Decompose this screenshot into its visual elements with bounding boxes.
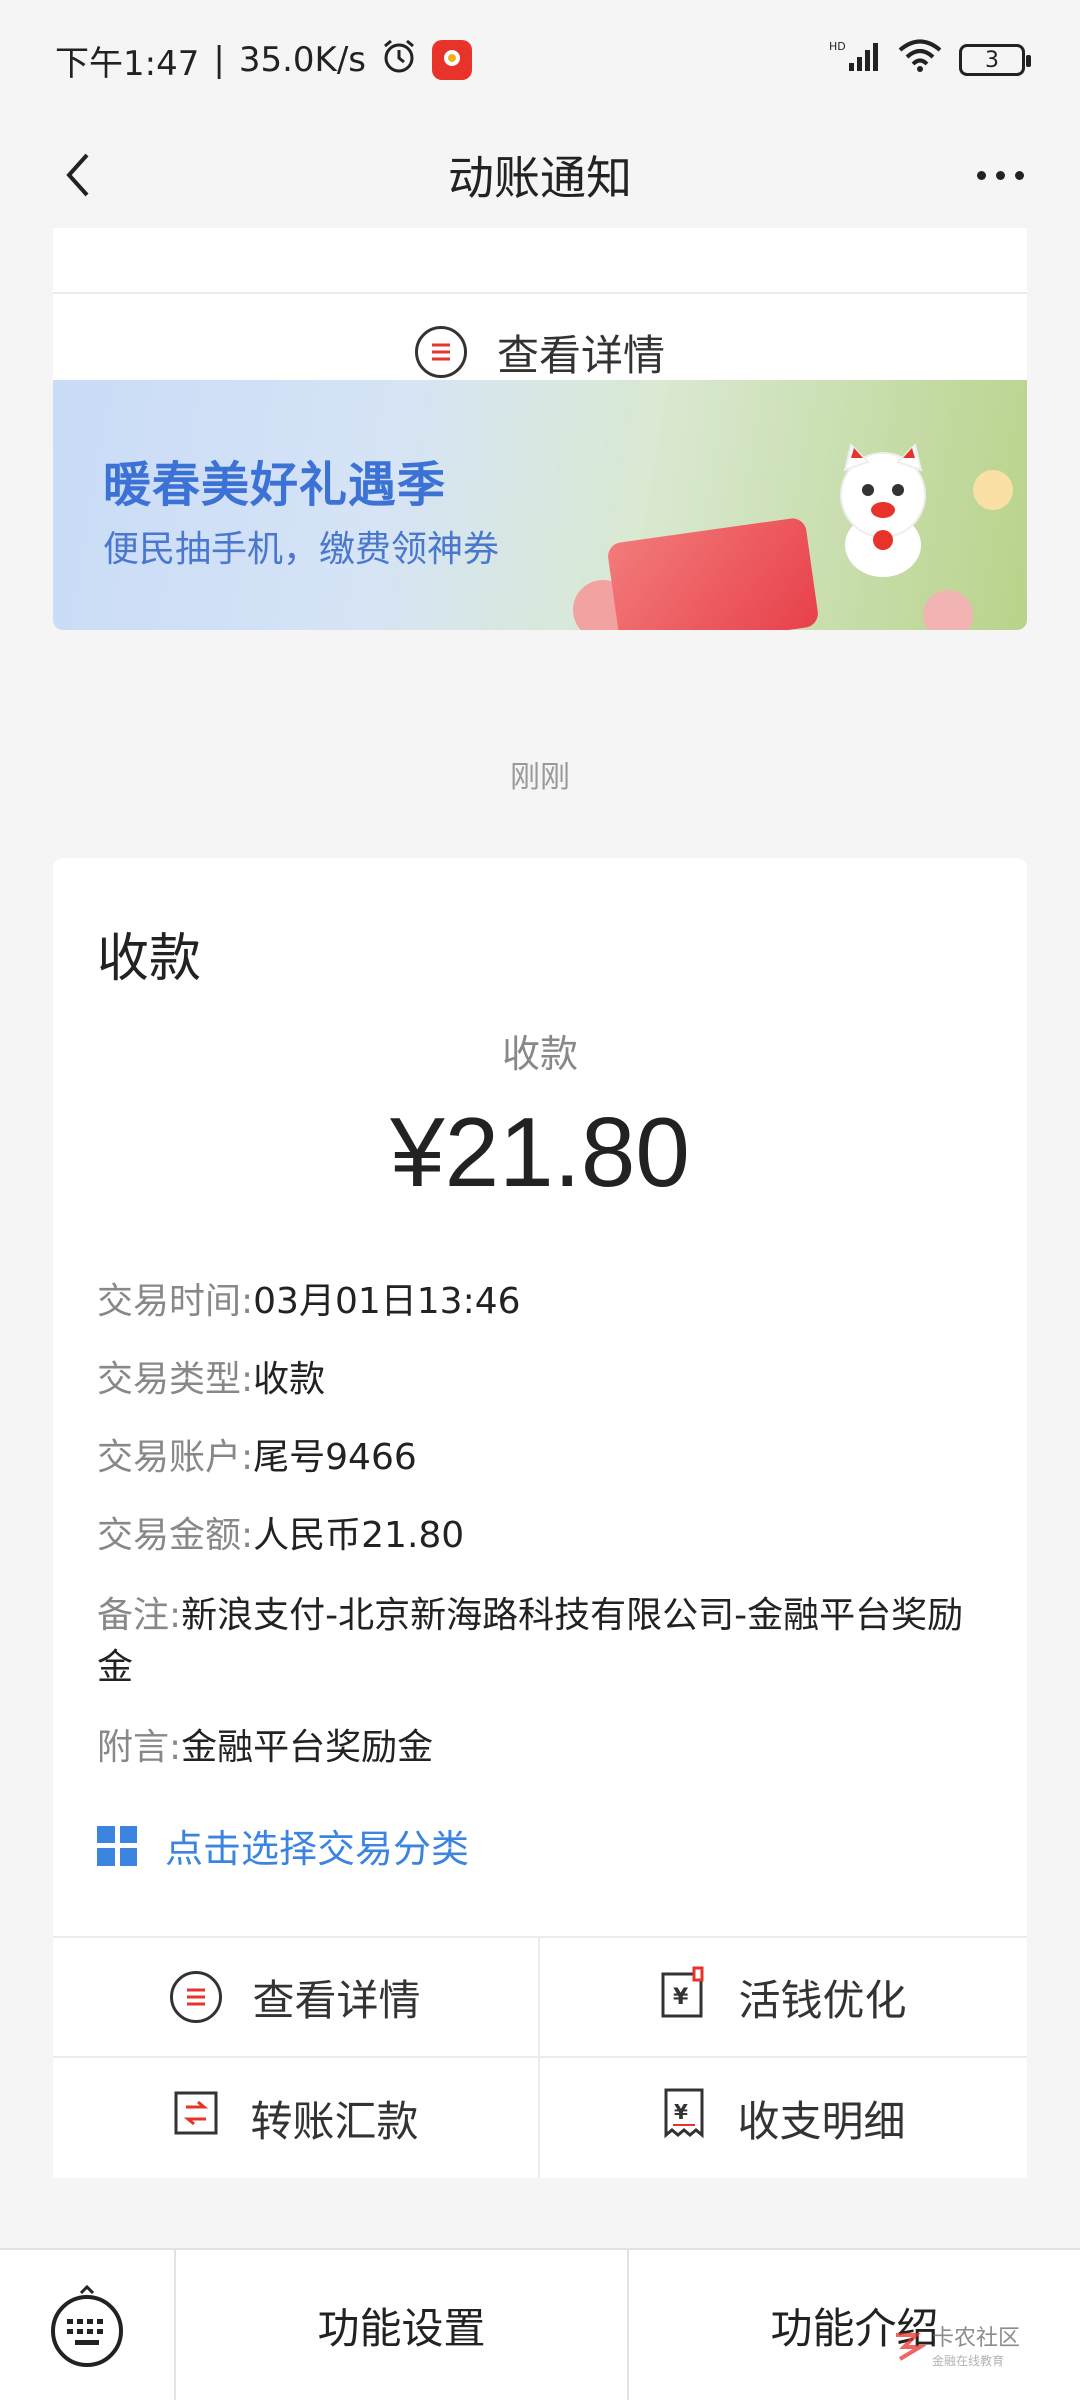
view-details-action[interactable]: 查看详情: [53, 1938, 540, 2058]
info-value: 尾号9466: [253, 1437, 417, 1478]
keyboard-toggle-button[interactable]: [0, 2250, 176, 2400]
list-icon: [170, 1971, 223, 2023]
back-button[interactable]: [48, 142, 108, 208]
info-value: 收款: [253, 1359, 326, 1400]
banner-title: 暖春美好礼遇季: [103, 457, 447, 513]
receipt-icon: ¥: [661, 2087, 707, 2149]
info-label: 附言:: [97, 1727, 182, 1768]
more-dot: [1014, 170, 1024, 180]
action-label: 活钱优化: [738, 1975, 907, 2025]
action-grid: 查看详情 ¥ 活钱优化 转账汇款 ¥ 收支明细: [53, 1936, 1027, 2178]
select-category-label: 点击选择交易分类: [165, 1827, 470, 1871]
info-row-type: 交易类型:收款: [97, 1354, 997, 1406]
watermark: 卡农社区 金融在线教育: [890, 2320, 1020, 2369]
statement-action[interactable]: ¥ 收支明细: [540, 2058, 1027, 2178]
keyboard-icon: [51, 2284, 123, 2367]
divider: [53, 292, 1027, 294]
previous-message-card: 查看详情: [53, 228, 1027, 380]
info-row-time: 交易时间:03月01日13:46: [97, 1276, 997, 1328]
amount-value: ¥21.80: [390, 1097, 690, 1207]
info-row-remark: 备注:新浪支付-北京新海路科技有限公司-金融平台奖励金: [97, 1590, 987, 1694]
info-label: 交易账户:: [97, 1437, 254, 1478]
wifi-icon: [897, 39, 943, 82]
chevron-left-icon: [66, 153, 89, 197]
watermark-logo-icon: [895, 2332, 926, 2361]
action-label: 收支明细: [737, 2096, 906, 2146]
card-title: 收款: [97, 929, 202, 989]
function-settings-button[interactable]: 功能设置: [176, 2250, 627, 2400]
info-value: 新浪支付-北京新海路科技有限公司-金融平台奖励金: [97, 1595, 964, 1688]
info-value: 人民币21.80: [253, 1515, 465, 1556]
page-title: 动账通知: [448, 151, 632, 205]
yuan-doc-icon: ¥: [660, 1966, 708, 2028]
watermark-text: 卡农社区: [931, 2326, 1020, 2351]
function-intro-button[interactable]: 功能介绍 卡农社区 金融在线教育: [627, 2250, 1080, 2400]
info-label: 交易金额:: [97, 1515, 254, 1556]
list-icon: [414, 326, 467, 378]
action-label: 转账汇款: [250, 2096, 419, 2146]
info-value: 03月01日13:46: [253, 1281, 521, 1322]
banner-subtitle: 便民抽手机，缴费领神券: [103, 529, 500, 570]
grid-icon: [97, 1825, 137, 1866]
battery-icon: 3: [959, 44, 1031, 76]
svg-text:¥: ¥: [674, 2100, 688, 2124]
transaction-card: 收款 收款 ¥21.80 交易时间:03月01日13:46 交易类型:收款 交易…: [53, 858, 1027, 2178]
svg-text:¥: ¥: [673, 1985, 689, 2010]
cash-optimize-action[interactable]: ¥ 活钱优化: [540, 1938, 1027, 2058]
status-separator: |: [213, 40, 225, 80]
alarm-icon: [380, 37, 418, 84]
navbar: 动账通知: [0, 120, 1080, 230]
select-category-link[interactable]: 点击选择交易分类: [97, 1818, 469, 1873]
decoration-flower: [923, 590, 973, 630]
view-details-label: 查看详情: [496, 330, 665, 380]
info-label: 交易类型:: [97, 1359, 254, 1400]
more-menu-button[interactable]: [960, 142, 1040, 208]
transfer-icon: [172, 2089, 220, 2147]
status-bar: 下午1:47 | 35.0K/s HD 3: [0, 0, 1080, 120]
info-label: 交易时间:: [97, 1281, 254, 1322]
signal-icon: HD: [829, 39, 881, 82]
status-time: 下午1:47: [55, 43, 200, 84]
info-value: 金融平台奖励金: [181, 1727, 434, 1768]
svg-text:HD: HD: [829, 40, 846, 53]
info-row-account: 交易账户:尾号9466: [97, 1432, 997, 1484]
decoration-flower: [973, 470, 1013, 510]
transfer-action[interactable]: 转账汇款: [53, 2058, 540, 2178]
more-dot: [976, 170, 986, 180]
app-notification-icon: [432, 40, 472, 80]
message-timestamp: 刚刚: [510, 760, 570, 795]
status-net-speed: 35.0K/s: [238, 40, 366, 80]
more-dot: [995, 170, 1005, 180]
mascot-cat-image: [823, 440, 943, 580]
watermark-subtext: 金融在线教育: [931, 2354, 1004, 2368]
red-envelope-image: [606, 516, 820, 630]
promo-banner[interactable]: 暖春美好礼遇季 便民抽手机，缴费领神券: [53, 380, 1027, 630]
amount-caption: 收款: [501, 1032, 578, 1076]
info-label: 备注:: [97, 1595, 182, 1636]
info-row-postscript: 附言:金融平台奖励金: [97, 1722, 997, 1774]
action-label: 查看详情: [252, 1975, 421, 2025]
info-row-amount: 交易金额:人民币21.80: [97, 1510, 997, 1562]
battery-level: 3: [985, 47, 999, 73]
bottom-toolbar: 功能设置 功能介绍 卡农社区 金融在线教育: [0, 2248, 1080, 2400]
